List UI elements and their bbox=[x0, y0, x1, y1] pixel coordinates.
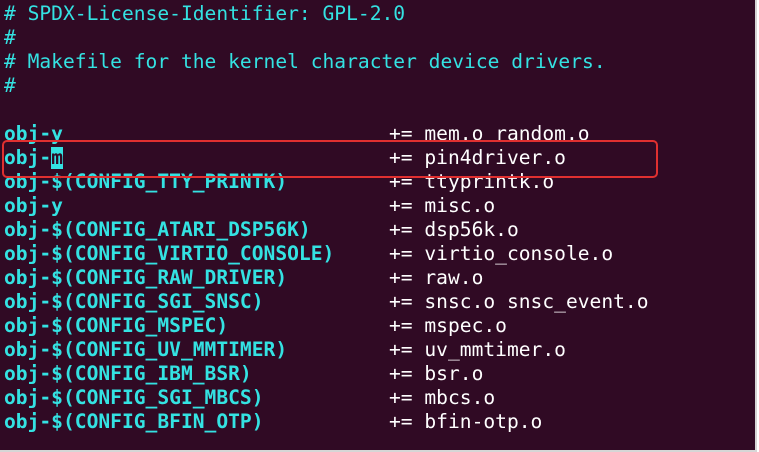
code-line: obj-$(CONFIG_RAW_DRIVER) += raw.o bbox=[4, 266, 744, 290]
code-line: obj-$(CONFIG_SGI_MBCS) += mbcs.o bbox=[4, 386, 744, 410]
code-rhs: += bsr.o bbox=[389, 362, 484, 385]
code-line: obj-$(CONFIG_IBM_BSR) += bsr.o bbox=[4, 362, 744, 386]
code-line: obj-y += misc.o bbox=[4, 194, 744, 218]
code-lhs: obj-y bbox=[4, 194, 63, 217]
code-lhs: obj-$(CONFIG_VIRTIO_CONSOLE) bbox=[4, 242, 335, 265]
code-lhs: obj-$(CONFIG_MSPEC) bbox=[4, 314, 229, 337]
code-rhs: += snsc.o snsc_event.o bbox=[389, 290, 649, 313]
code-lhs: obj-$(CONFIG_BFIN_OTP) bbox=[4, 410, 264, 433]
code-rhs: += virtio_console.o bbox=[389, 242, 614, 265]
code-lhs: obj-$(CONFIG_UV_MMTIMER) bbox=[4, 338, 288, 361]
code-lhs: obj-m bbox=[4, 146, 63, 170]
comment-line: # SPDX-License-Identifier: GPL-2.0 bbox=[4, 2, 406, 25]
code-line: obj-$(CONFIG_TTY_PRINTK) += ttyprintk.o bbox=[4, 170, 744, 194]
code-line: obj-$(CONFIG_MSPEC) += mspec.o bbox=[4, 314, 744, 338]
text-cursor[interactable]: m bbox=[51, 147, 63, 169]
code-rhs: += bfin-otp.o bbox=[389, 410, 543, 433]
code-lhs-prefix: obj- bbox=[4, 146, 52, 169]
code-rhs: += mbcs.o bbox=[389, 386, 496, 409]
code-rhs: += pin4driver.o bbox=[389, 146, 566, 169]
code-rhs: += dsp56k.o bbox=[389, 218, 519, 241]
code-lhs: obj-y bbox=[4, 122, 63, 145]
code-lhs: obj-$(CONFIG_TTY_PRINTK) bbox=[4, 170, 288, 193]
terminal-editor[interactable]: # SPDX-License-Identifier: GPL-2.0 # # M… bbox=[0, 0, 757, 452]
comment-line: # Makefile for the kernel character devi… bbox=[4, 50, 606, 73]
code-rhs: += ttyprintk.o bbox=[389, 170, 555, 193]
code-lhs: obj-$(CONFIG_SGI_SNSC) bbox=[4, 290, 264, 313]
code-line: obj-$(CONFIG_BFIN_OTP) += bfin-otp.o bbox=[4, 410, 744, 434]
code-line-edited: obj-m += pin4driver.o bbox=[4, 146, 744, 170]
code-lhs: obj-$(CONFIG_ATARI_DSP56K) bbox=[4, 218, 311, 241]
code-line: obj-$(CONFIG_ATARI_DSP56K) += dsp56k.o bbox=[4, 218, 744, 242]
code-line: obj-$(CONFIG_UV_MMTIMER) += uv_mmtimer.o bbox=[4, 338, 744, 362]
code-rhs: += raw.o bbox=[389, 266, 484, 289]
code-lhs: obj-$(CONFIG_SGI_MBCS) bbox=[4, 386, 264, 409]
code-line: obj-y += mem.o random.o bbox=[4, 122, 744, 146]
code-lhs: obj-$(CONFIG_RAW_DRIVER) bbox=[4, 266, 288, 289]
code-rhs: += mspec.o bbox=[389, 314, 507, 337]
code-lhs: obj-$(CONFIG_IBM_BSR) bbox=[4, 362, 252, 385]
comment-line: # bbox=[4, 26, 16, 49]
code-rhs: += mem.o random.o bbox=[389, 122, 590, 145]
comment-line: # bbox=[4, 74, 16, 97]
code-line: obj-$(CONFIG_VIRTIO_CONSOLE) += virtio_c… bbox=[4, 242, 744, 266]
code-rhs: += uv_mmtimer.o bbox=[389, 338, 566, 361]
code-line: obj-$(CONFIG_SGI_SNSC) += snsc.o snsc_ev… bbox=[4, 290, 744, 314]
code-rhs: += misc.o bbox=[389, 194, 496, 217]
